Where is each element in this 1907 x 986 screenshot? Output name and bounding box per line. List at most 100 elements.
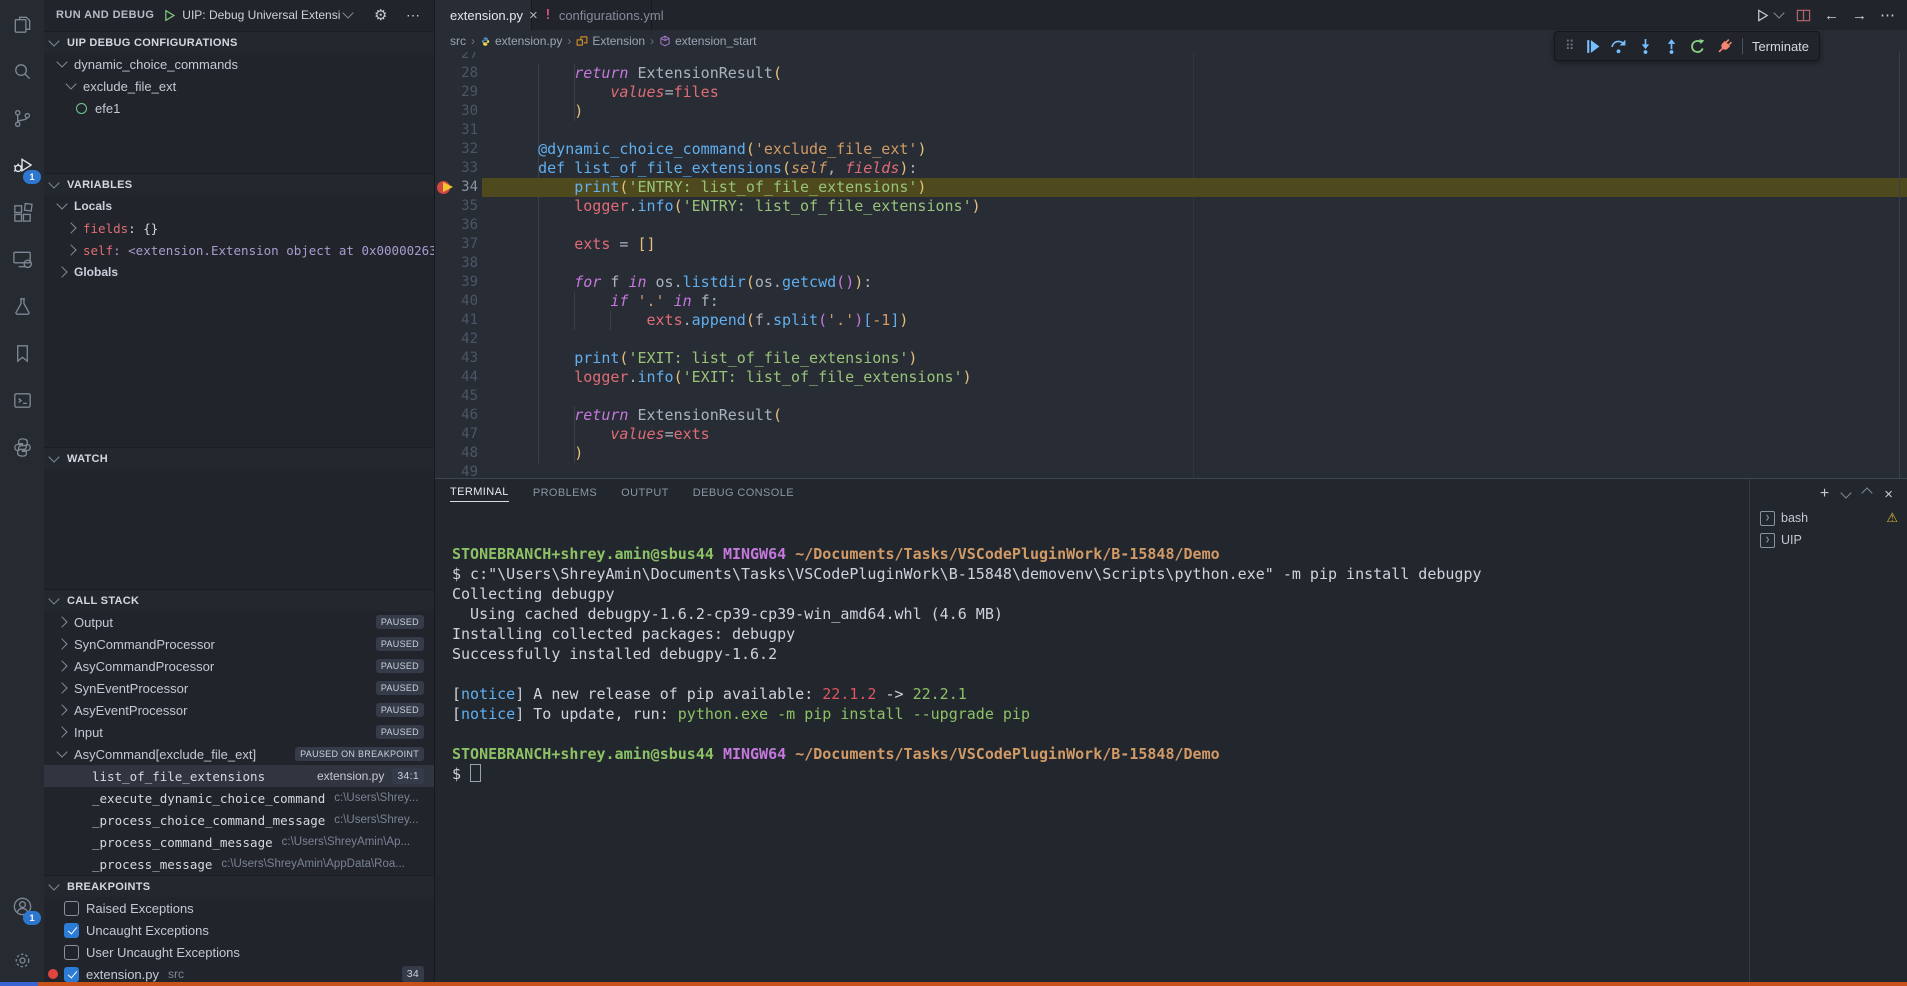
section-variables[interactable]: VARIABLES	[44, 173, 434, 195]
code-line-41[interactable]: 41 exts.append(f.split('.')[-1])	[434, 311, 1907, 330]
line-number[interactable]: 34	[434, 178, 478, 197]
line-number[interactable]: 30	[434, 102, 478, 121]
step-into-button[interactable]	[1636, 37, 1653, 55]
step-over-button[interactable]	[1610, 37, 1627, 55]
chevron-down-icon[interactable]	[1773, 7, 1784, 18]
debug-settings-gear-icon[interactable]: ⚙	[374, 6, 387, 24]
line-number[interactable]: 41	[434, 311, 478, 330]
line-number[interactable]: 28	[434, 64, 478, 83]
code-line-33[interactable]: 33 def list_of_file_extensions(self, fie…	[434, 159, 1907, 178]
breakpoint-row-Raised Exceptions[interactable]: Raised Exceptions	[44, 897, 434, 919]
line-number[interactable]: 44	[434, 368, 478, 387]
terminal-item-bash[interactable]: ❯ bash ⚠	[1750, 507, 1907, 529]
extensions-icon[interactable]	[0, 192, 44, 232]
line-number[interactable]: 29	[434, 83, 478, 102]
callstack-frame-_process_command_message[interactable]: _process_command_messagec:\Users\ShreyAm…	[44, 831, 434, 853]
uip-config-item-efe1[interactable]: efe1	[44, 97, 434, 119]
uip-config-item-dynamic_choice_commands[interactable]: dynamic_choice_commands	[44, 53, 434, 75]
tab-extension-py[interactable]: extension.py ×	[434, 0, 532, 30]
line-number[interactable]: 46	[434, 406, 478, 425]
breakpoint-row-Uncaught Exceptions[interactable]: Uncaught Exceptions	[44, 919, 434, 941]
debug-config-dropdown[interactable]: UIP: Debug Universal Extensi	[182, 8, 362, 22]
code-line-28[interactable]: 28 return ExtensionResult(	[434, 64, 1907, 83]
test-beaker-icon[interactable]	[0, 286, 44, 326]
line-number[interactable]: 42	[434, 330, 478, 349]
line-number[interactable]: 47	[434, 425, 478, 444]
code-line-38[interactable]: 38	[434, 254, 1907, 273]
variable-row[interactable]: fields: {}	[44, 217, 434, 239]
code-line-39[interactable]: 39 for f in os.listdir(os.getcwd()):	[434, 273, 1907, 292]
explorer-icon[interactable]	[0, 4, 44, 44]
variable-row[interactable]: self: <extension.Extension object at 0x0…	[44, 239, 434, 261]
code-line-49[interactable]: 49	[434, 463, 1907, 478]
callstack-thread-SynCommandProcessor[interactable]: SynCommandProcessorPAUSED	[44, 633, 434, 655]
section-watch[interactable]: WATCH	[44, 447, 434, 469]
callstack-frame-_process_message[interactable]: _process_messagec:\Users\ShreyAmin\AppDa…	[44, 853, 434, 875]
split-editor-icon[interactable]	[1796, 8, 1811, 23]
breakpoint-checkbox[interactable]	[64, 923, 79, 938]
python-icon[interactable]	[0, 427, 44, 467]
code-line-45[interactable]: 45	[434, 387, 1907, 406]
code-line-43[interactable]: 43 print('EXIT: list_of_file_extensions'…	[434, 349, 1907, 368]
line-number[interactable]: 35	[434, 197, 478, 216]
callstack-thread-AsyEventProcessor[interactable]: AsyEventProcessorPAUSED	[44, 699, 434, 721]
variable-row[interactable]: Locals	[44, 195, 434, 217]
terminal-output[interactable]: STONEBRANCH+shrey.amin@sbus44 MINGW64 ~/…	[452, 479, 1747, 982]
callstack-thread-Input[interactable]: InputPAUSED	[44, 721, 434, 743]
section-uip-debug-configurations[interactable]: UIP DEBUG CONFIGURATIONS	[44, 31, 434, 53]
line-number[interactable]: 37	[434, 235, 478, 254]
breadcrumb-src[interactable]: src	[450, 34, 466, 48]
code-line-44[interactable]: 44 logger.info('EXIT: list_of_file_exten…	[434, 368, 1907, 387]
line-number[interactable]: 27	[434, 52, 478, 64]
code-line-36[interactable]: 36	[434, 216, 1907, 235]
bookmarks-icon[interactable]	[0, 333, 44, 373]
line-number[interactable]: 40	[434, 292, 478, 311]
code-line-34[interactable]: 34 print('ENTRY: list_of_file_extensions…	[434, 178, 1907, 197]
section-call-stack[interactable]: CALL STACK	[44, 589, 434, 611]
code-line-30[interactable]: 30 )	[434, 102, 1907, 121]
more-actions-icon[interactable]: ⋯	[1880, 6, 1895, 24]
continue-button[interactable]	[1584, 37, 1601, 55]
settings-gear-icon[interactable]	[0, 940, 44, 980]
start-debugging-icon[interactable]	[163, 9, 176, 22]
line-number[interactable]: 38	[434, 254, 478, 273]
callstack-thread-Output[interactable]: OutputPAUSED	[44, 611, 434, 633]
line-number[interactable]: 45	[434, 387, 478, 406]
line-number[interactable]: 48	[434, 444, 478, 463]
tab-configurations-yml[interactable]: ! configurations.yml	[532, 0, 652, 30]
run-or-debug-icon[interactable]	[1755, 8, 1770, 23]
breakpoint-checkbox[interactable]	[64, 945, 79, 960]
source-control-icon[interactable]	[0, 98, 44, 138]
line-number[interactable]: 33	[434, 159, 478, 178]
go-back-icon[interactable]: ←	[1824, 7, 1839, 24]
status-bar[interactable]	[0, 982, 1907, 986]
line-number[interactable]: 31	[434, 121, 478, 140]
callstack-thread-SynEventProcessor[interactable]: SynEventProcessorPAUSED	[44, 677, 434, 699]
line-number[interactable]: 43	[434, 349, 478, 368]
editor-scrollbar[interactable]	[1899, 52, 1900, 478]
breadcrumb-extension-class[interactable]: Extension	[576, 34, 645, 48]
callstack-frame-_execute_dynamic_choice_command[interactable]: _execute_dynamic_choice_commandc:\Users\…	[44, 787, 434, 809]
callstack-thread-AsyCommand[exclude_file_ext][interactable]: AsyCommand[exclude_file_ext]PAUSED ON BR…	[44, 743, 434, 765]
callstack-thread-AsyCommandProcessor[interactable]: AsyCommandProcessorPAUSED	[44, 655, 434, 677]
code-line-29[interactable]: 29 values=files	[434, 83, 1907, 102]
sidebar-more-actions-icon[interactable]: ⋯	[406, 7, 421, 24]
line-number[interactable]: 39	[434, 273, 478, 292]
remote-explorer-icon[interactable]	[0, 239, 44, 279]
terminate-button[interactable]: Terminate	[1752, 39, 1809, 54]
breadcrumb-extension-py[interactable]: extension.py	[480, 34, 562, 48]
remote-indicator[interactable]	[0, 982, 38, 986]
toolbar-drag-grip-icon[interactable]: ⠿	[1565, 41, 1575, 51]
line-number[interactable]: 49	[434, 463, 478, 478]
step-out-button[interactable]	[1663, 37, 1680, 55]
run-debug-icon[interactable]: 1	[0, 145, 44, 185]
search-icon[interactable]	[0, 51, 44, 91]
terminal-file-icon[interactable]	[0, 380, 44, 420]
code-line-46[interactable]: 46 return ExtensionResult(	[434, 406, 1907, 425]
breadcrumb-extension-start[interactable]: extension_start	[659, 34, 756, 48]
account-icon[interactable]: 1	[0, 886, 44, 926]
breakpoint-checkbox[interactable]	[64, 901, 79, 916]
go-forward-icon[interactable]: →	[1852, 7, 1867, 24]
line-number[interactable]: 32	[434, 140, 478, 159]
section-breakpoints[interactable]: BREAKPOINTS	[44, 875, 434, 897]
